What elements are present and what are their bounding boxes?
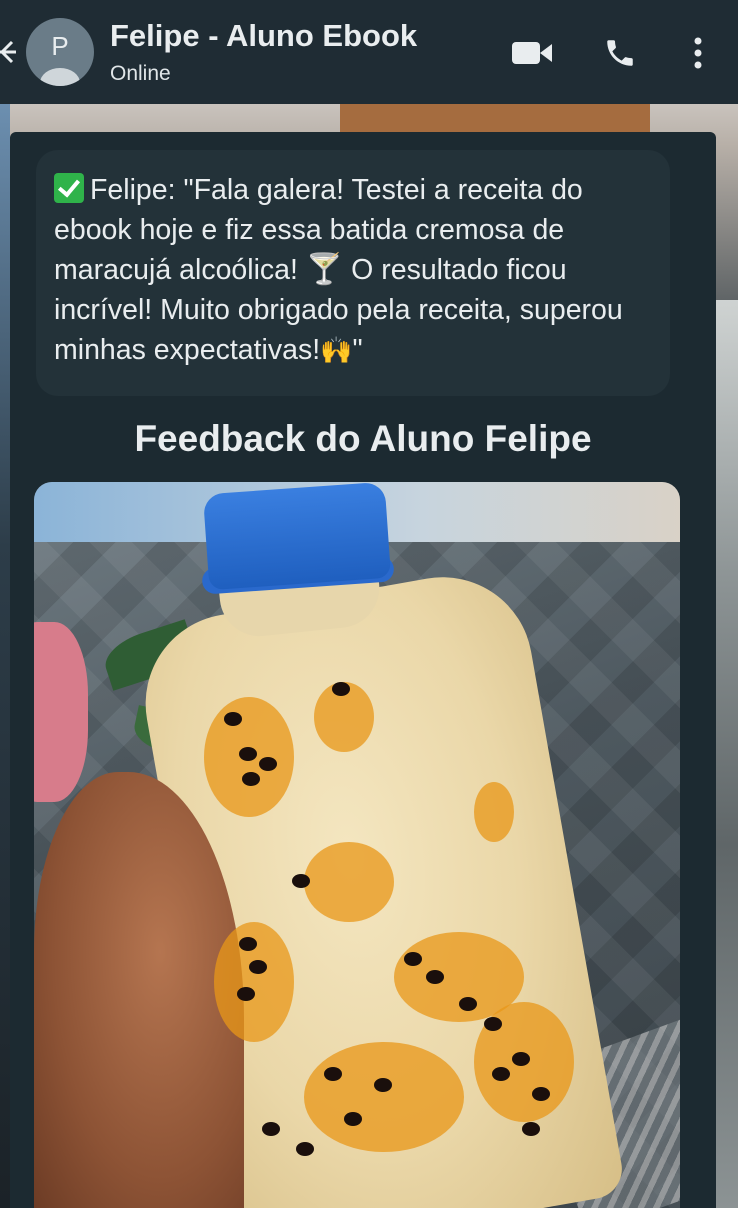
photo-seed (492, 1067, 510, 1081)
photo-seed (532, 1087, 550, 1101)
section-title: Feedback do Aluno Felipe (134, 418, 592, 459)
more-options-button[interactable] (684, 32, 712, 74)
cocktail-icon: 🍸 (305, 252, 344, 287)
photo-seed (426, 970, 444, 984)
photo-seed (237, 987, 255, 1001)
photo-seed (512, 1052, 530, 1066)
avatar-silhouette (40, 68, 80, 86)
contact-status: Online (110, 62, 171, 85)
video-call-icon (512, 42, 552, 64)
photo-bottle-cap (202, 482, 392, 591)
photo-pink-bowl (34, 622, 88, 802)
back-arrow-icon[interactable] (0, 38, 16, 66)
check-mark-icon (54, 173, 84, 203)
photo-seed (522, 1122, 540, 1136)
avatar[interactable]: P (26, 18, 94, 86)
photo-pulp (304, 1042, 464, 1152)
photo-seed (374, 1078, 392, 1092)
voice-call-button[interactable] (596, 32, 644, 74)
more-vert-icon (694, 37, 702, 69)
feedback-photo[interactable] (34, 482, 680, 1208)
photo-seed (242, 772, 260, 786)
avatar-letter: P (51, 31, 69, 61)
photo-seed (224, 712, 242, 726)
message-bubble: Felipe: "Fala galera! Testei a receita d… (36, 150, 670, 396)
video-call-button[interactable] (506, 32, 558, 74)
feedback-card: Felipe: "Fala galera! Testei a receita d… (10, 132, 716, 1208)
phone-icon (607, 40, 633, 66)
background-left-edge (0, 104, 10, 1208)
photo-seed (259, 757, 277, 771)
photo-seed (404, 952, 422, 966)
photo-seed (484, 1017, 502, 1031)
message-text: Felipe: "Fala galera! Testei a receita d… (54, 170, 664, 371)
photo-pulp (304, 842, 394, 922)
contact-name[interactable]: Felipe - Aluno Ebook (110, 18, 417, 54)
photo-seed (249, 960, 267, 974)
photo-seed (296, 1142, 314, 1156)
photo-seed (459, 997, 477, 1011)
photo-seed (344, 1112, 362, 1126)
photo-seed (239, 747, 257, 761)
chat-header: P Felipe - Aluno Ebook Online (0, 0, 738, 104)
raising-hands-icon: 🙌 (320, 336, 353, 366)
photo-seed (239, 937, 257, 951)
photo-seed (332, 682, 350, 696)
message-text-end: " (352, 334, 363, 366)
photo-seed (292, 874, 310, 888)
photo-seed (324, 1067, 342, 1081)
photo-seed (262, 1122, 280, 1136)
photo-pulp (474, 782, 514, 842)
